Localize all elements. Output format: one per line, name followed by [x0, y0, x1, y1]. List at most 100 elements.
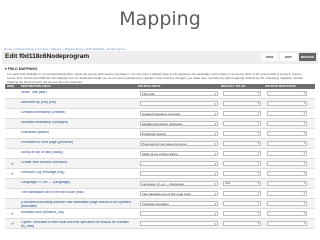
dnm-cell[interactable] [8, 189, 17, 198]
dnm-cell[interactable] [8, 119, 17, 128]
default-value-field[interactable]: ▾ [223, 141, 261, 146]
chevron-down-icon: ▾ [257, 181, 259, 185]
dnm-cell[interactable] [8, 129, 17, 138]
table-row: Authored by (uid) (uid) ▾ ▾ ▾ [5, 99, 315, 109]
source-field-value: Title (title) [142, 92, 156, 96]
table-row: Sticky at top of lists (sticky) Sticky at… [5, 149, 315, 159]
chevron-down-icon: ▾ [214, 112, 216, 116]
field-mappings-heading[interactable]: ▾ FIELD MAPPINGS [5, 67, 37, 71]
source-field-select[interactable]: The translation set of this node (tnid) ▾ [140, 191, 218, 196]
table-row: Language: Fr, en, ... (language) Language… [5, 179, 315, 189]
source-field-select[interactable]: ▾ [140, 171, 218, 176]
default-value-field[interactable]: ▾ [223, 111, 261, 116]
source-field-select[interactable]: Language: Fr, en, ... (language) ▾ [140, 181, 218, 186]
source-field-select[interactable]: Created timestamp (created) ▾ [140, 111, 218, 116]
tab-edit[interactable]: EDIT [280, 53, 297, 61]
slide-title: Mapping [119, 8, 201, 30]
destination-field-label: Authored by (uid) (uid) [21, 101, 56, 104]
dnm-cell[interactable] [8, 149, 17, 158]
source-field-value: Published (status) [142, 132, 167, 136]
source-field-select[interactable]: ▾ [140, 221, 218, 226]
default-value-field[interactable]: ▾ [223, 161, 261, 166]
chevron-down-icon: ▾ [303, 131, 305, 135]
chevron-down-icon: ▾ [257, 91, 259, 95]
table-row: ✔ Modified uuid (revision_uid) ▾ ▾ ▾ [5, 209, 315, 219]
table-row: ✔ Option: Indicates a new node with the s… [5, 219, 315, 229]
dnm-cell[interactable] [8, 139, 17, 148]
source-field-select[interactable]: ▾ [140, 211, 218, 216]
source-migration-select[interactable]: ▾ [267, 211, 307, 216]
source-migration-select[interactable]: ▾ [267, 181, 307, 186]
chevron-down-icon: ▾ [257, 171, 259, 175]
chevron-down-icon: ▾ [303, 221, 305, 225]
destination-field-label: Create new revision (revision) [21, 161, 68, 164]
tab-migrate[interactable]: MIGRATE [299, 53, 316, 61]
source-field-select[interactable]: Promoted to front page (promote) ▾ [140, 141, 218, 146]
source-migration-select[interactable]: ▾ [267, 131, 307, 136]
source-migration-select[interactable]: ▾ [267, 161, 307, 166]
source-migration-select[interactable]: ▾ [267, 111, 307, 116]
source-migration-select[interactable]: ▾ [267, 91, 307, 96]
source-migration-select[interactable]: ▾ [267, 101, 307, 106]
dnm-cell[interactable] [8, 99, 17, 108]
page-header: Edit f0d118c6Nodeprogram VIEW EDIT MIGRATE [2, 51, 318, 64]
chevron-down-icon: ▾ [257, 221, 259, 225]
page-title: Edit f0d118c6Nodeprogram [5, 53, 90, 60]
default-value-field[interactable]: ▾ [223, 211, 261, 216]
check-icon[interactable]: ✔ [8, 219, 17, 228]
source-field-select[interactable]: Modified timestamp (changed) ▾ [140, 121, 218, 126]
source-field-value: Language: Fr, en, ... (language) [142, 182, 185, 186]
default-value-field[interactable]: ▾ [223, 201, 261, 206]
table-row: Node: Title (title) Title (title) ▾ ▾ ▾ [5, 89, 315, 99]
source-field-select[interactable]: ▾ [140, 101, 218, 106]
source-field-select[interactable]: Sticky at top of lists (sticky) ▾ [140, 151, 218, 156]
dnm-cell[interactable] [8, 109, 17, 118]
chevron-down-icon: ▾ [214, 162, 216, 166]
source-migration-select[interactable]: ▾ [267, 221, 307, 226]
source-field-value: Translate (translate) [142, 202, 169, 206]
tab-bar: VIEW EDIT MIGRATE [259, 53, 316, 61]
dnm-cell[interactable] [8, 89, 17, 98]
default-value-field[interactable]: ▾ [223, 151, 261, 156]
destination-field-label: A boolean indicating whether this transl… [21, 201, 131, 208]
default-value-field[interactable]: und ▾ [223, 181, 261, 186]
table-row: Promoted to front page (promote) Promoted… [5, 139, 315, 149]
destination-field-label: Published (status) [21, 131, 50, 134]
default-value-field[interactable]: ▾ [223, 131, 261, 136]
dnm-cell[interactable] [8, 199, 17, 208]
source-migration-select[interactable]: ▾ [267, 141, 307, 146]
chevron-down-icon: ▾ [303, 211, 305, 215]
default-value-field[interactable]: ▾ [223, 171, 261, 176]
table-row: The translation set of the this node (tn… [5, 189, 315, 199]
default-value-field[interactable]: ▾ [223, 101, 261, 106]
check-icon[interactable]: ✔ [8, 169, 17, 178]
chevron-down-icon: ▾ [214, 192, 216, 196]
source-field-select[interactable]: Published (status) ▾ [140, 131, 218, 136]
source-migration-select[interactable]: ▾ [267, 171, 307, 176]
source-field-select[interactable]: Translate (translate) ▾ [140, 201, 218, 206]
chevron-down-icon: ▾ [257, 111, 259, 115]
source-field-value: Modified timestamp (changed) [142, 122, 183, 126]
source-field-select[interactable]: Title (title) ▾ [140, 91, 218, 96]
source-field-select[interactable]: ▾ [140, 161, 218, 166]
destination-field-label: Sticky at top of lists (sticky) [21, 151, 64, 154]
destination-field-label: Revision Log message (log) [21, 171, 65, 174]
field-mappings-table: DNM DESTINATION FIELD SOURCE FIELD DEFAU… [5, 84, 315, 229]
chevron-down-icon: ▾ [303, 141, 305, 145]
default-value-field[interactable]: ▾ [223, 191, 261, 196]
default-value-field[interactable]: ▾ [223, 91, 261, 96]
table-body: Node: Title (title) Title (title) ▾ ▾ ▾ Autho… [5, 89, 315, 229]
default-value-field[interactable]: ▾ [223, 121, 261, 126]
source-migration-select[interactable]: ▾ [267, 121, 307, 126]
source-migration-select[interactable]: ▾ [267, 201, 307, 206]
default-value-field[interactable]: ▾ [223, 221, 261, 226]
check-icon[interactable]: ✔ [8, 209, 17, 218]
source-migration-select[interactable]: ▾ [267, 191, 307, 196]
tab-view[interactable]: VIEW [261, 53, 278, 61]
chevron-down-icon: ▾ [214, 142, 216, 146]
dnm-cell[interactable] [8, 179, 17, 188]
chevron-down-icon: ▾ [303, 191, 305, 195]
chevron-down-icon: ▾ [303, 181, 305, 185]
check-icon[interactable]: ✔ [8, 159, 17, 168]
source-migration-select[interactable]: ▾ [267, 151, 307, 156]
